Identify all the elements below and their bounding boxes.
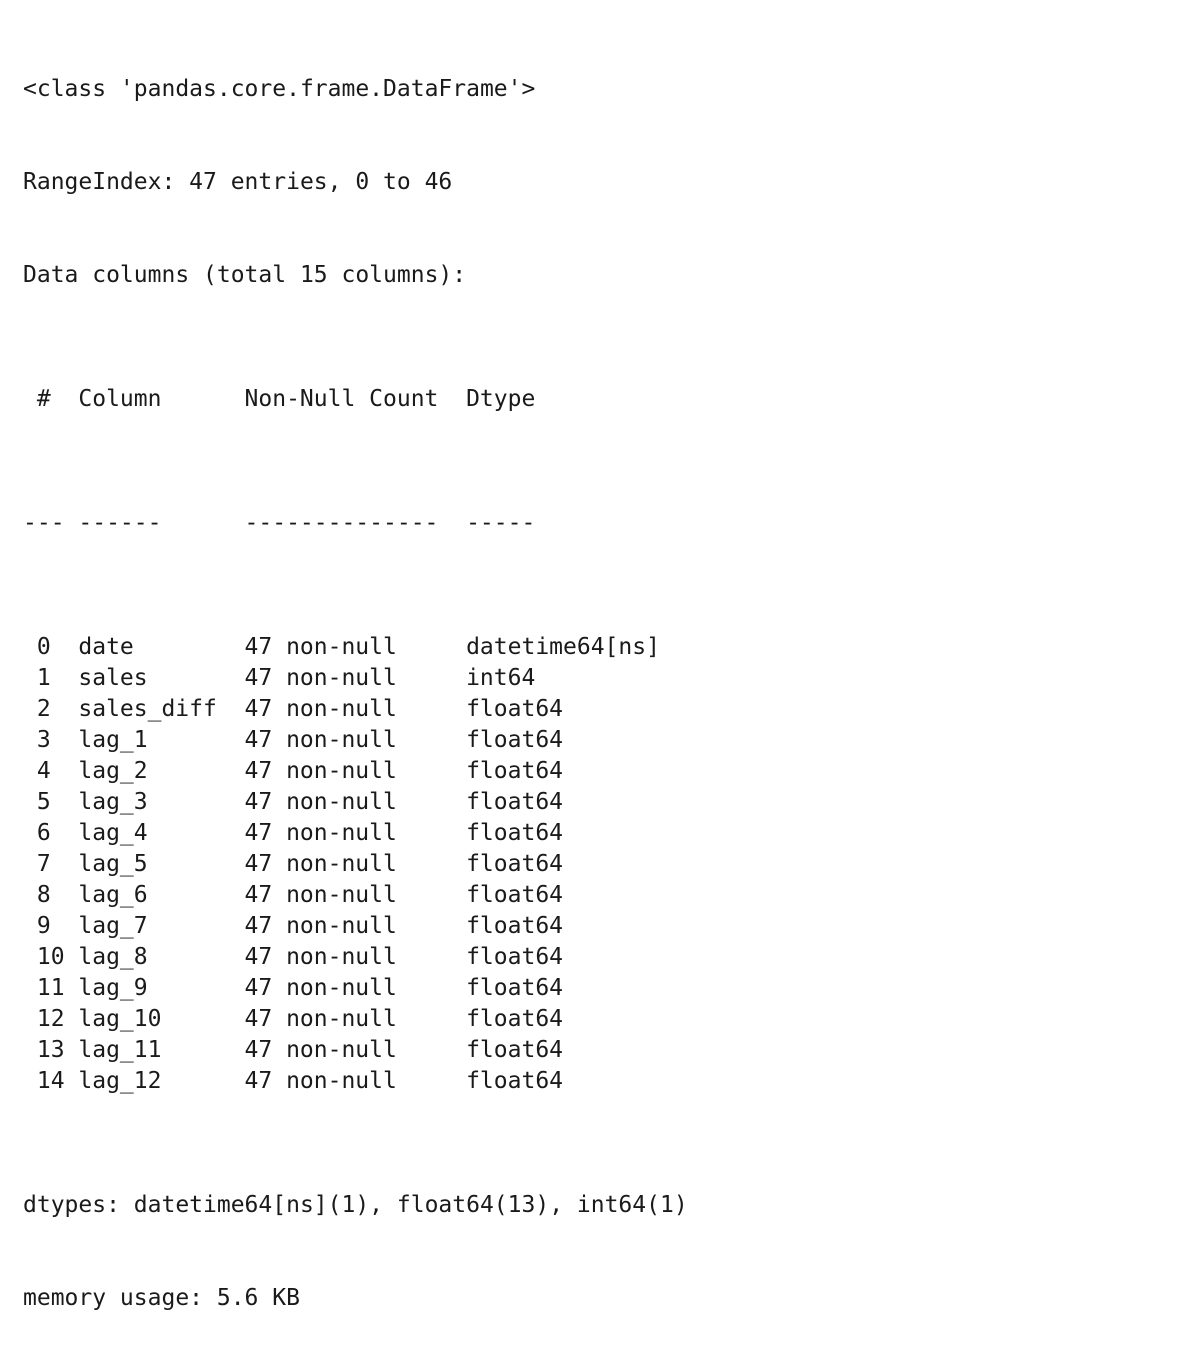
- row-index: 6: [23, 820, 51, 846]
- row-column-name: lag_1: [78, 727, 148, 753]
- row-dtype: float64: [466, 758, 564, 784]
- table-separator-row: --- ------ -------------- -----: [23, 508, 688, 539]
- row-column-name: lag_9: [78, 975, 148, 1001]
- table-row: 0 date 47 non-null datetime64[ns]: [23, 632, 688, 663]
- row-index: 0: [23, 634, 51, 660]
- row-column-name: sales_diff: [78, 696, 217, 722]
- row-dtype: float64: [466, 913, 564, 939]
- header-column: Column: [78, 386, 162, 412]
- table-row: 3 lag_1 47 non-null float64: [23, 725, 688, 756]
- table-row: 9 lag_7 47 non-null float64: [23, 911, 688, 942]
- row-column-name: lag_3: [78, 789, 148, 815]
- row-dtype: float64: [466, 1006, 564, 1032]
- memory-usage-line: memory usage: 5.6 KB: [23, 1285, 300, 1311]
- class-line: <class 'pandas.core.frame.DataFrame'>: [23, 76, 536, 102]
- row-column-name: lag_7: [78, 913, 148, 939]
- row-column-name: lag_11: [78, 1037, 162, 1063]
- table-row: 8 lag_6 47 non-null float64: [23, 880, 688, 911]
- table-row: 6 lag_4 47 non-null float64: [23, 818, 688, 849]
- table-row: 7 lag_5 47 non-null float64: [23, 849, 688, 880]
- row-dtype: float64: [466, 727, 564, 753]
- row-index: 14: [23, 1068, 65, 1094]
- row-non-null-count: 47 non-null: [244, 913, 397, 939]
- separator-non-null-count: --------------: [244, 510, 439, 536]
- row-column-name: lag_6: [78, 882, 148, 908]
- range-index-line: RangeIndex: 47 entries, 0 to 46: [23, 169, 453, 195]
- row-index: 11: [23, 975, 65, 1001]
- row-dtype: float64: [466, 789, 564, 815]
- row-dtype: float64: [466, 944, 564, 970]
- row-column-name: lag_4: [78, 820, 148, 846]
- header-index: #: [23, 386, 51, 412]
- table-row: 1 sales 47 non-null int64: [23, 663, 688, 694]
- row-non-null-count: 47 non-null: [244, 1037, 397, 1063]
- table-row: 12 lag_10 47 non-null float64: [23, 1004, 688, 1035]
- table-row: 11 lag_9 47 non-null float64: [23, 973, 688, 1004]
- row-index: 5: [23, 789, 51, 815]
- row-non-null-count: 47 non-null: [244, 727, 397, 753]
- row-index: 8: [23, 882, 51, 908]
- row-index: 1: [23, 665, 51, 691]
- table-row: 2 sales_diff 47 non-null float64: [23, 694, 688, 725]
- separator-column: ------: [78, 510, 162, 536]
- table-row: 5 lag_3 47 non-null float64: [23, 787, 688, 818]
- row-column-name: lag_2: [78, 758, 148, 784]
- row-index: 2: [23, 696, 51, 722]
- row-index: 9: [23, 913, 51, 939]
- row-dtype: float64: [466, 1037, 564, 1063]
- header-non-null-count: Non-Null Count: [244, 386, 439, 412]
- row-dtype: float64: [466, 696, 564, 722]
- row-non-null-count: 47 non-null: [244, 758, 397, 784]
- row-non-null-count: 47 non-null: [244, 634, 397, 660]
- row-column-name: sales: [78, 665, 148, 691]
- row-column-name: lag_12: [78, 1068, 162, 1094]
- row-dtype: float64: [466, 882, 564, 908]
- row-non-null-count: 47 non-null: [244, 975, 397, 1001]
- table-row: 14 lag_12 47 non-null float64: [23, 1066, 688, 1097]
- separator-index: ---: [23, 510, 65, 536]
- row-non-null-count: 47 non-null: [244, 696, 397, 722]
- row-non-null-count: 47 non-null: [244, 1068, 397, 1094]
- table-row: 4 lag_2 47 non-null float64: [23, 756, 688, 787]
- column-rows: 0 date 47 non-null datetime64[ns] 1 sales 47 …: [23, 632, 688, 1097]
- table-row: 13 lag_11 47 non-null float64: [23, 1035, 688, 1066]
- row-column-name: lag_5: [78, 851, 148, 877]
- row-non-null-count: 47 non-null: [244, 882, 397, 908]
- row-non-null-count: 47 non-null: [244, 665, 397, 691]
- row-dtype: float64: [466, 1068, 564, 1094]
- row-index: 12: [23, 1006, 65, 1032]
- row-dtype: float64: [466, 975, 564, 1001]
- row-index: 10: [23, 944, 65, 970]
- data-columns-line: Data columns (total 15 columns):: [23, 262, 467, 288]
- header-dtype: Dtype: [466, 386, 536, 412]
- row-dtype: float64: [466, 851, 564, 877]
- row-non-null-count: 47 non-null: [244, 820, 397, 846]
- row-non-null-count: 47 non-null: [244, 789, 397, 815]
- row-index: 13: [23, 1037, 65, 1063]
- dtypes-summary-line: dtypes: datetime64[ns](1), float64(13), …: [23, 1192, 688, 1218]
- row-dtype: float64: [466, 820, 564, 846]
- row-non-null-count: 47 non-null: [244, 1006, 397, 1032]
- dataframe-info-output: <class 'pandas.core.frame.DataFrame'> Ra…: [23, 12, 688, 1345]
- separator-dtype: -----: [466, 510, 536, 536]
- row-index: 4: [23, 758, 51, 784]
- row-column-name: lag_10: [78, 1006, 162, 1032]
- row-dtype: int64: [466, 665, 536, 691]
- row-index: 7: [23, 851, 51, 877]
- row-column-name: date: [78, 634, 134, 660]
- row-index: 3: [23, 727, 51, 753]
- row-non-null-count: 47 non-null: [244, 944, 397, 970]
- row-non-null-count: 47 non-null: [244, 851, 397, 877]
- row-dtype: datetime64[ns]: [466, 634, 660, 660]
- table-header-row: # Column Non-Null Count Dtype: [23, 384, 688, 415]
- row-column-name: lag_8: [78, 944, 148, 970]
- table-row: 10 lag_8 47 non-null float64: [23, 942, 688, 973]
